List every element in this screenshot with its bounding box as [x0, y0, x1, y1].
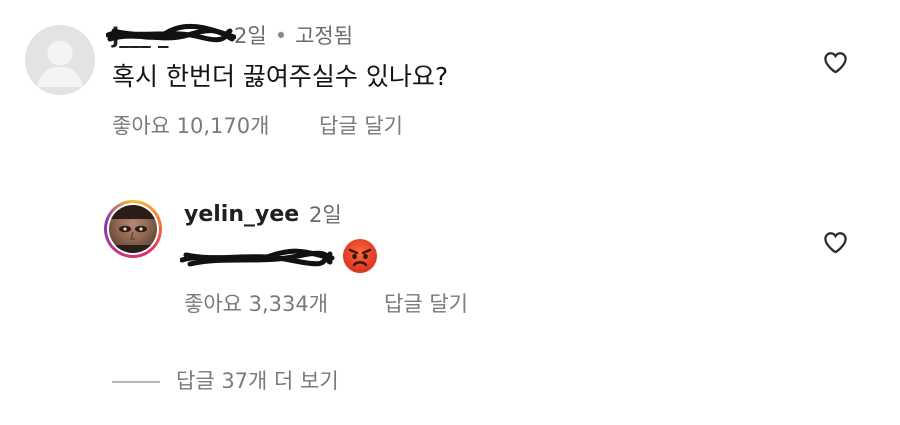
reply-avatar-ring-gap [107, 203, 159, 255]
reply-likes-count[interactable]: 좋아요 3,334개 [184, 290, 328, 318]
heart-icon[interactable] [822, 229, 849, 256]
comment-text: 혹시 한번더 끓여주실수 있나요? [112, 62, 449, 91]
view-more-divider [112, 381, 160, 383]
default-avatar[interactable] [25, 25, 95, 95]
angry-face-icon [343, 239, 377, 273]
comment-time: 2일 [234, 24, 267, 48]
meta-separator: • [274, 24, 288, 48]
redaction-scribble [180, 248, 335, 267]
reply-avatar-story-ring[interactable] [104, 200, 162, 258]
reply-avatar [109, 205, 157, 253]
comment-meta: 2일 • 고정됨 [234, 22, 353, 50]
heart-icon[interactable] [822, 49, 849, 76]
reply-time: 2일 [309, 203, 342, 227]
pinned-label: 고정됨 [295, 24, 354, 48]
comment-reply-button[interactable]: 답글 달기 [319, 112, 403, 140]
avatar-face-icon [109, 205, 157, 253]
comment-likes-count[interactable]: 좋아요 10,170개 [112, 112, 269, 140]
view-more-replies-button[interactable]: 답글 37개 더 보기 [176, 366, 339, 396]
redaction-scribble [106, 23, 236, 43]
reply-reply-button[interactable]: 답글 달기 [384, 290, 468, 318]
reply-username[interactable]: yelin_yee [184, 200, 299, 230]
default-avatar-icon [37, 40, 83, 87]
